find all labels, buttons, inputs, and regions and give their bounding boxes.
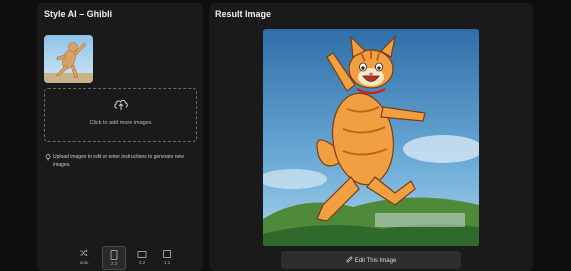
panel-title: Style AI – Ghibli: [44, 9, 113, 19]
ratio-2-3-button[interactable]: 2:3: [102, 246, 126, 270]
result-panel: Result Image Edit This Image: [209, 3, 533, 271]
ratio-label: 2:3: [110, 261, 118, 266]
ratio-label: 3:2: [138, 260, 146, 265]
result-image[interactable]: [263, 29, 479, 246]
shuffle-icon: [80, 250, 88, 256]
lightbulb-icon: [45, 154, 51, 161]
pencil-icon: [346, 256, 353, 263]
edit-image-button[interactable]: Edit This Image: [281, 251, 461, 269]
ratio-auto-button[interactable]: auto: [73, 246, 95, 268]
add-images-dropzone[interactable]: Click to add more images: [44, 88, 197, 142]
ratio-3-2-button[interactable]: 3:2: [131, 246, 153, 268]
ratio-label: 1:1: [163, 260, 171, 265]
cloud-upload-icon: [114, 99, 128, 110]
uploaded-image-thumbnail[interactable]: [44, 35, 93, 83]
upload-hint: Upload images to edit or enter instructi…: [45, 154, 197, 169]
dropzone-label: Click to add more images: [89, 120, 152, 126]
upload-panel: Style AI – Ghibli Click to add more imag…: [37, 3, 203, 271]
ratio-1-1-button[interactable]: 1:1: [156, 246, 178, 268]
hint-text: Upload images to edit or enter instructi…: [53, 154, 184, 168]
portrait-ratio-icon: [110, 250, 118, 260]
landscape-ratio-icon: [137, 251, 147, 258]
square-ratio-icon: [163, 250, 171, 258]
edit-button-label: Edit This Image: [354, 258, 397, 264]
ratio-label: auto: [79, 260, 89, 265]
aspect-ratio-selector: auto 2:3 3:2 1:1: [70, 246, 202, 270]
panel-title: Result Image: [215, 9, 272, 19]
